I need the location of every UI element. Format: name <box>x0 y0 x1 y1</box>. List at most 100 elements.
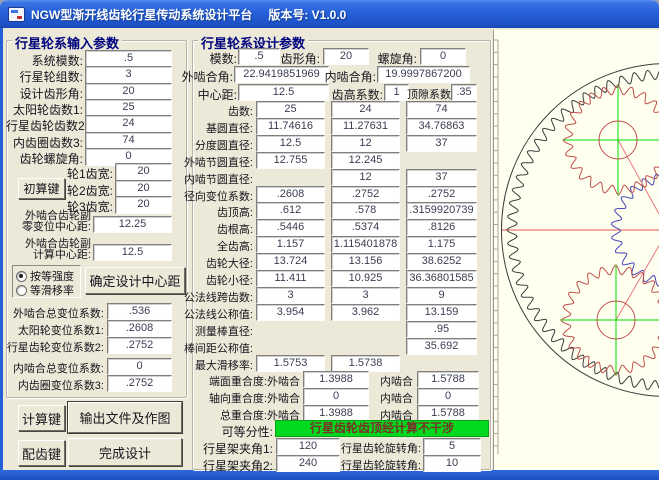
table-cell-sun[interactable]: 11.74616 <box>256 118 325 135</box>
table-cell-sun[interactable]: .612 <box>256 202 325 219</box>
carrier-angle-field[interactable]: 120 <box>276 438 340 455</box>
table-cell-planet[interactable]: 1.5738 <box>331 355 400 372</box>
calculate-button[interactable]: 计算键 <box>18 405 65 431</box>
coef-label: 内齿圈变位系数3: <box>0 377 104 393</box>
param-label: 内齿圈齿数3: <box>6 134 83 151</box>
output-file-plot-button[interactable]: 输出文件及作图 <box>68 402 182 433</box>
table-row-label: 棒间距公称值: <box>158 340 253 356</box>
planet-rotation-label: 行星齿轮旋转角: <box>333 457 421 473</box>
table-cell-ring[interactable]: 35.692 <box>406 338 477 355</box>
table-row-label: 齿根高: <box>158 221 253 237</box>
table-cell-sun[interactable]: 25 <box>256 101 325 118</box>
table-cell-planet[interactable]: 1.115401878 <box>331 236 400 253</box>
table-cell-planet[interactable]: 13.156 <box>331 253 400 270</box>
param-field[interactable]: .5 <box>85 50 172 68</box>
center-distance-field[interactable]: 12.5 <box>238 84 329 101</box>
init-calc-button[interactable]: 初算键 <box>18 178 65 199</box>
table-cell-ring[interactable]: 34.76863 <box>406 118 477 135</box>
table-cell-ring[interactable]: 9 <box>406 287 477 304</box>
addendum-coef-field[interactable]: 1 <box>384 84 409 101</box>
param-label: 设计齿形角: <box>6 85 83 102</box>
table-cell-ring[interactable]: 37 <box>406 135 477 152</box>
table-cell-sun[interactable]: 11.411 <box>256 270 325 287</box>
table-cell-ring[interactable]: 38.6252 <box>406 253 477 270</box>
clearance-coef-field[interactable]: .35 <box>451 84 477 101</box>
ext-mesh-angle-label: 外啮合角: <box>178 68 233 85</box>
gear-match-button[interactable]: 配齿键 <box>18 440 65 466</box>
planet-rotation-field[interactable]: 10 <box>423 455 481 472</box>
planet-rotation-label: 行星齿轮旋转角: <box>333 440 421 456</box>
overlap-int-field[interactable]: 0 <box>417 388 479 405</box>
overlap-ext-field[interactable]: 0 <box>303 388 369 405</box>
table-cell-ring[interactable]: 36.36801585 <box>406 270 477 287</box>
planetary-gear-diagram <box>494 30 659 470</box>
table-cell-planet[interactable]: 3 <box>331 287 400 304</box>
carrier-angle-label: 行星架夹角1: <box>180 440 273 457</box>
table-cell-planet[interactable]: 24 <box>331 101 400 118</box>
table-cell-ring[interactable]: .2752 <box>406 186 477 203</box>
divisibility-label: 可等分性: <box>195 423 273 440</box>
module-label: 模数: <box>178 50 237 67</box>
table-cell-planet[interactable]: 12 <box>331 135 400 152</box>
zero-shift-center-label: 外啮合齿轮副 零变位中心距: <box>8 211 91 233</box>
table-cell-ring[interactable]: .3159920739 <box>406 202 477 219</box>
radio-equal-slip-icon[interactable] <box>16 285 27 296</box>
table-row-label: 公法线公称值: <box>158 306 253 322</box>
planet-rotation-field[interactable]: 5 <box>423 438 481 455</box>
helix-angle-label: 螺旋角: <box>367 50 417 67</box>
pressure-angle-field[interactable]: 20 <box>323 48 369 65</box>
param-label: 行星齿轮齿数2: <box>6 117 83 134</box>
table-cell-planet[interactable]: .5374 <box>331 219 400 236</box>
carrier-angle-field[interactable]: 240 <box>276 455 340 472</box>
overlap-ext-field[interactable]: 1.3988 <box>303 371 369 388</box>
table-cell-sun[interactable]: 1.5753 <box>256 355 325 372</box>
width-label: 轮1齿宽: <box>58 165 113 182</box>
calc-center-label: 外啮合齿轮副 计算中心距: <box>8 239 91 261</box>
table-cell-sun[interactable]: 3.954 <box>256 304 325 321</box>
coef-label: 内啮合总变位系数: <box>0 360 104 376</box>
overlap-ext-label: 轴向重合度:外啮合 <box>180 390 300 406</box>
table-cell-planet[interactable]: 12 <box>331 169 400 186</box>
table-cell-sun[interactable]: 13.724 <box>256 253 325 270</box>
table-row-label: 公法线跨齿数: <box>158 289 253 305</box>
table-cell-planet[interactable]: 11.27631 <box>331 118 400 135</box>
divisibility-banner: 行星齿轮齿顶经计算不干涉 <box>275 420 489 437</box>
table-cell-sun[interactable]: 1.157 <box>256 236 325 253</box>
table-cell-ring[interactable]: 74 <box>406 101 477 118</box>
param-field[interactable]: 20 <box>85 83 172 101</box>
table-cell-sun[interactable]: .2608 <box>256 186 325 203</box>
table-cell-ring[interactable]: .8126 <box>406 219 477 236</box>
param-field[interactable]: 3 <box>85 66 172 84</box>
table-cell-sun[interactable]: 12.5 <box>256 135 325 152</box>
table-cell-planet[interactable]: .578 <box>331 202 400 219</box>
helix-angle-field[interactable]: 0 <box>420 48 466 65</box>
table-cell-ring[interactable]: 37 <box>406 169 477 186</box>
table-cell-sun[interactable]: 12.755 <box>256 152 325 169</box>
table-cell-planet[interactable]: .2752 <box>331 186 400 203</box>
table-cell-planet[interactable]: 3.962 <box>331 304 400 321</box>
coef-label: 太阳轮变位系数1: <box>0 322 104 338</box>
param-label: 太阳轮齿数1: <box>6 101 83 118</box>
table-cell-planet[interactable]: 12.245 <box>331 152 400 169</box>
gear-drawing-canvas <box>493 30 659 470</box>
window-title: NGW型渐开线齿轮行星传动系统设计平台 <box>31 6 252 23</box>
table-cell-ring[interactable]: 1.175 <box>406 236 477 253</box>
table-row-label: 内啮节圆直径: <box>158 171 253 187</box>
table-cell-planet[interactable]: 10.925 <box>331 270 400 287</box>
table-cell-ring[interactable]: .95 <box>406 321 477 338</box>
int-mesh-angle-field[interactable]: 19.9997867200 <box>377 66 470 83</box>
radio-equal-slip[interactable]: 等滑移率 <box>16 282 74 298</box>
radio-equal-strength-icon[interactable] <box>16 271 27 282</box>
coef-label: 行星齿轮变位系数2: <box>0 339 104 355</box>
coef-field[interactable]: .2752 <box>107 375 172 392</box>
table-row-label: 全齿高: <box>158 238 253 254</box>
overlap-int-label: 内啮合 <box>375 390 413 406</box>
table-row-label: 基圆直径: <box>158 120 253 136</box>
ext-mesh-angle-field[interactable]: 22.9419851969 <box>234 66 329 83</box>
table-cell-sun[interactable]: 3 <box>256 287 325 304</box>
overlap-int-field[interactable]: 1.5788 <box>417 371 479 388</box>
finish-design-button[interactable]: 完成设计 <box>68 438 182 466</box>
title-bar[interactable]: NGW型渐开线齿轮行星传动系统设计平台 版本号: V1.0.0 <box>0 0 659 28</box>
table-cell-sun[interactable]: .5446 <box>256 219 325 236</box>
table-cell-ring[interactable]: 13.159 <box>406 304 477 321</box>
